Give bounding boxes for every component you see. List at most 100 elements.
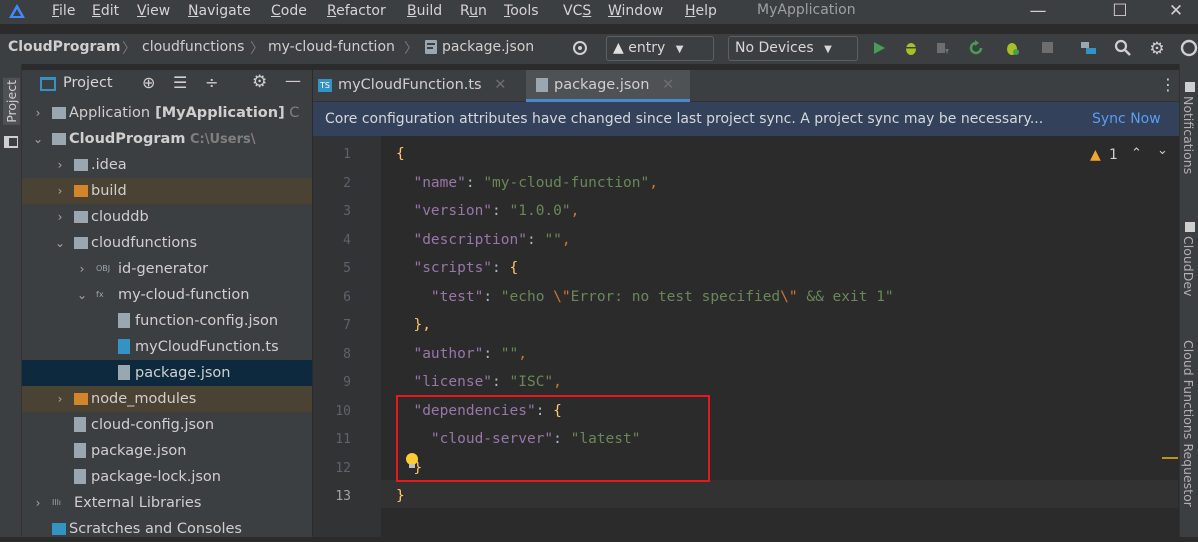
tree-item[interactable]: ⌄ fx my-cloud-function [22, 282, 312, 308]
collapse-all-icon[interactable]: ÷ [205, 73, 218, 92]
menu-code[interactable]: Code [271, 3, 307, 19]
module-name-suffix: [MyApplication] [150, 105, 285, 121]
device-label: No Devices [735, 40, 814, 56]
breadcrumb-item[interactable]: package.json [442, 39, 534, 55]
project-tool-window-tab[interactable]: Project [3, 78, 20, 125]
tree-item[interactable]: Scratches and Consoles [22, 516, 312, 542]
menu-window[interactable]: Window [608, 3, 663, 19]
chevron-right-icon[interactable]: › [32, 100, 44, 126]
next-highlight-icon[interactable]: ⌄ [1157, 143, 1168, 158]
run-icon[interactable] [872, 41, 886, 55]
tree-item[interactable]: › node_modules [22, 386, 312, 412]
menu-file[interactable]: File [52, 3, 75, 19]
line-number: 13 [335, 489, 351, 504]
menu-vcs[interactable]: VCS [563, 3, 591, 19]
search-icon[interactable] [1114, 39, 1132, 57]
menu-navigate[interactable]: Navigate [188, 3, 251, 19]
tab-options-icon[interactable]: ⋮ [1160, 75, 1176, 94]
tree-item[interactable]: › .idea [22, 152, 312, 178]
project-structure-icon[interactable] [1080, 40, 1098, 56]
maximize-button[interactable]: ☐ [1098, 0, 1142, 24]
chevron-right-icon[interactable]: › [54, 386, 66, 412]
sync-now-link[interactable]: Sync Now [1092, 111, 1161, 127]
chevron-down-icon[interactable]: ⌄ [76, 282, 88, 308]
tree-item[interactable]: myCloudFunction.ts [22, 334, 312, 360]
tree-item-label: Scratches and Consoles [69, 521, 242, 537]
window-title: MyApplication [757, 2, 856, 18]
chevron-right-icon[interactable]: › [32, 490, 44, 516]
tree-item[interactable]: › Application [MyApplication] C [22, 100, 312, 126]
cloud-functions-requestor-tab[interactable]: Cloud Functions Requestor [1181, 340, 1196, 507]
tab-label: package.json [554, 77, 650, 93]
line-number: 11 [335, 432, 351, 447]
tab-package-json[interactable]: package.json ✕ [526, 70, 690, 102]
close-button[interactable]: ✕ [1154, 0, 1198, 24]
apply-changes-icon[interactable] [968, 40, 984, 56]
chevron-right-icon[interactable]: › [54, 152, 66, 178]
breadcrumb-separator: 〉 [250, 41, 264, 57]
line-number: 9 [343, 375, 351, 390]
breadcrumb-item[interactable]: CloudProgram [8, 39, 120, 55]
target-icon[interactable] [572, 40, 588, 56]
tree-item[interactable]: cloud-config.json [22, 412, 312, 438]
debug-icon[interactable] [903, 40, 919, 56]
tree-item[interactable]: › clouddb [22, 204, 312, 230]
tree-item[interactable]: ⌄ CloudProgram C:\Users\ [22, 126, 312, 152]
account-icon[interactable] [1180, 39, 1198, 57]
attach-debugger-icon[interactable] [934, 40, 950, 56]
structure-icon[interactable] [4, 136, 18, 148]
tree-item[interactable]: ⌄ cloudfunctions [22, 230, 312, 256]
tree-item-label: Application [MyApplication] C [69, 105, 300, 121]
menu-help[interactable]: Help [685, 3, 717, 19]
panel-options-gear-icon[interactable]: ⚙ [252, 72, 267, 92]
clouddev-tool-window-tab[interactable]: CloudDev [1181, 236, 1196, 296]
tree-item-label: function-config.json [135, 313, 279, 329]
line-number: 10 [335, 403, 351, 419]
notifications-tool-window-tab[interactable]: Notifications [1181, 96, 1196, 174]
chevron-right-icon[interactable]: › [54, 178, 66, 204]
hide-panel-icon[interactable]: — [285, 71, 301, 90]
previous-highlight-icon[interactable]: ⌃ [1131, 146, 1142, 161]
tree-item[interactable]: › OBJ id-generator [22, 256, 312, 282]
minimize-button[interactable]: — [1016, 0, 1060, 24]
sync-banner-text: Core configuration attributes have chang… [325, 111, 1044, 127]
stop-icon[interactable] [1042, 42, 1053, 53]
json-file-icon [74, 417, 86, 432]
tree-item[interactable]: function-config.json [22, 308, 312, 334]
chevron-right-icon[interactable]: › [76, 256, 88, 282]
chevron-down-icon[interactable]: ⌄ [54, 230, 66, 256]
chevron-down-icon[interactable]: ⌄ [32, 126, 44, 152]
chevron-right-icon[interactable]: › [54, 204, 66, 230]
menu-run[interactable]: Run [460, 3, 487, 19]
tree-item-label: my-cloud-function [118, 287, 250, 303]
tree-item-label: clouddb [91, 209, 149, 225]
tree-item-label: .idea [91, 157, 127, 173]
project-panel-title[interactable]: Project [63, 75, 113, 91]
breadcrumb-item[interactable]: my-cloud-function [268, 39, 395, 55]
breadcrumb-item[interactable]: cloudfunctions [142, 39, 244, 55]
tree-item[interactable]: package.json [22, 438, 312, 464]
json-file-icon [74, 469, 86, 484]
warning-icon[interactable]: ▲ [1090, 147, 1101, 163]
menu-build[interactable]: Build [407, 3, 442, 19]
app-logo-icon [9, 4, 25, 18]
tab-close-icon[interactable]: ✕ [662, 77, 674, 93]
expand-all-icon[interactable]: ☰ [173, 73, 187, 92]
library-icon: Illı [52, 498, 62, 507]
settings-gear-icon[interactable]: ⚙ [1148, 39, 1166, 59]
run-config-select[interactable]: ▲ entry ▼ [606, 36, 714, 61]
menu-refactor[interactable]: Refactor [327, 3, 386, 19]
tree-item[interactable]: package-lock.json [22, 464, 312, 490]
menu-tools[interactable]: Tools [504, 3, 539, 19]
warning-stripe-marker[interactable] [1162, 457, 1178, 459]
tree-item[interactable]: › Illı External Libraries [22, 490, 312, 516]
locate-file-icon[interactable]: ⊕ [142, 73, 155, 92]
tab-close-icon[interactable]: ✕ [494, 77, 506, 93]
profile-icon[interactable] [1004, 40, 1020, 56]
menu-view[interactable]: View [137, 3, 170, 19]
device-select[interactable]: No Devices ▼ [728, 36, 858, 61]
tree-item[interactable]: › build [22, 178, 312, 204]
tree-item[interactable]: package.json [22, 360, 312, 386]
tab-mycloudfunction-ts[interactable]: TS myCloudFunction.ts ✕ [318, 70, 526, 102]
menu-edit[interactable]: Edit [92, 3, 119, 19]
